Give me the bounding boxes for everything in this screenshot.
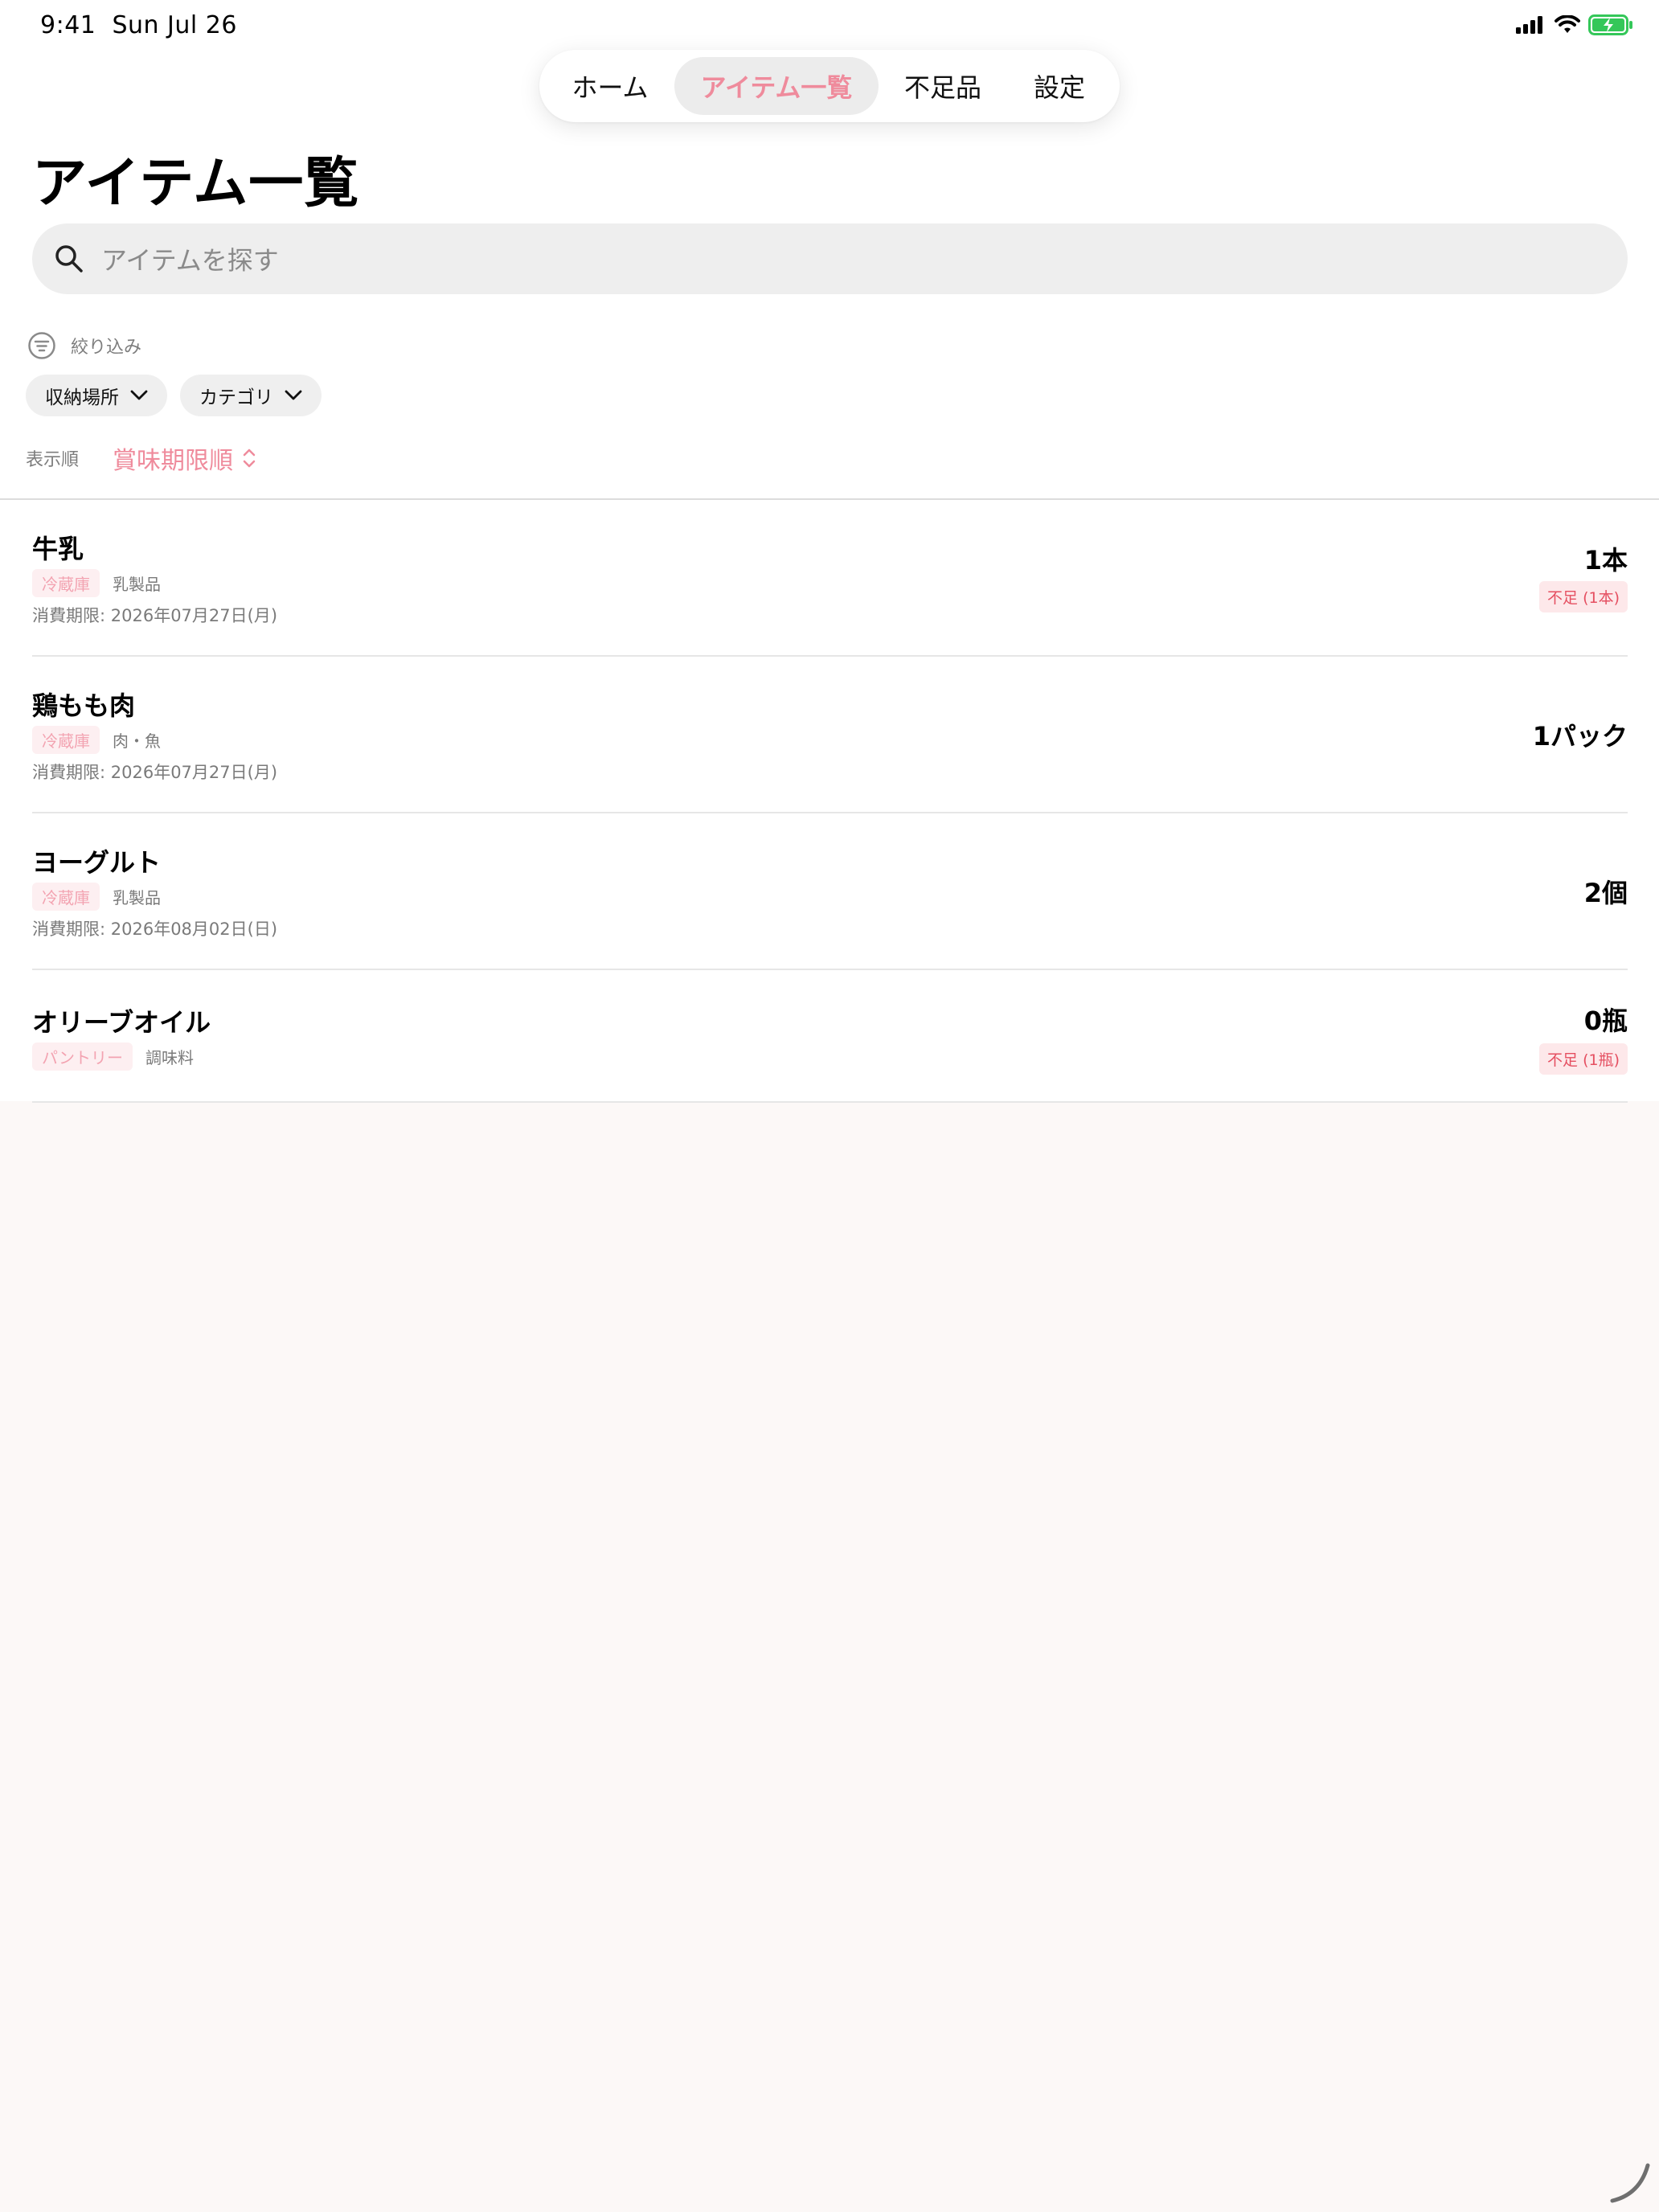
status-time: 9:41 Sun Jul 26 [40, 11, 237, 39]
tab-home[interactable]: ホーム [546, 57, 674, 115]
category-tag: 調味料 [145, 1048, 194, 1067]
item-quantity: 2個 [1583, 878, 1628, 908]
battery-charging-icon [1588, 14, 1632, 35]
tab-bar: ホーム アイテム一覧 不足品 設定 [539, 50, 1120, 122]
storage-location-filter[interactable]: 収納場所 [26, 375, 167, 416]
filter-chips: 収納場所 カテゴリ [26, 375, 322, 416]
item-name: 牛乳 [32, 534, 84, 564]
category-filter-label: カテゴリ [199, 387, 273, 408]
item-name: 鶏もも肉 [32, 690, 136, 721]
list-item[interactable]: 鶏もも肉 冷蔵庫 肉・魚 消費期限: 2026年07月27日(月) 1パック [32, 657, 1628, 813]
category-tag: 乳製品 [113, 888, 161, 907]
chevron-up-down-icon [243, 449, 256, 468]
location-tag: パントリー [32, 1043, 133, 1071]
search-icon [55, 245, 83, 272]
item-quantity: 1本 [1583, 545, 1628, 576]
tab-item-list[interactable]: アイテム一覧 [674, 57, 879, 115]
search-field[interactable]: アイテムを探す [32, 223, 1628, 294]
shortage-badge: 不足 (1瓶) [1539, 1043, 1628, 1075]
item-tags: 冷蔵庫 乳製品 [32, 569, 161, 597]
item-name: オリーブオイル [32, 1007, 211, 1038]
filter-icon [28, 332, 55, 359]
item-name: ヨーグルト [32, 847, 162, 878]
expiry-date: 消費期限: 2026年07月27日(月) [32, 606, 278, 625]
chevron-down-icon [130, 390, 148, 400]
list-item[interactable]: ヨーグルト 冷蔵庫 乳製品 消費期限: 2026年08月02日(日) 2個 [32, 813, 1628, 970]
shortage-badge: 不足 (1本) [1539, 581, 1628, 612]
search-placeholder: アイテムを探す [101, 245, 279, 276]
sort-picker[interactable]: 賞味期限順 [113, 440, 257, 476]
status-icons [1516, 14, 1633, 35]
item-tags: 冷蔵庫 肉・魚 [32, 726, 161, 754]
sort-value: 賞味期限順 [113, 447, 233, 475]
category-filter[interactable]: カテゴリ [180, 375, 322, 416]
location-tag: 冷蔵庫 [32, 569, 100, 597]
cellular-signal-icon [1516, 16, 1542, 34]
category-tag: 肉・魚 [113, 731, 161, 751]
item-list: 牛乳 冷蔵庫 乳製品 消費期限: 2026年07月27日(月) 1本 不足 (1… [32, 500, 1628, 1103]
expiry-date: 消費期限: 2026年08月02日(日) [32, 920, 278, 939]
filter-label: 絞り込み [71, 338, 142, 358]
expiry-date: 消費期限: 2026年07月27日(月) [32, 763, 278, 782]
item-tags: 冷蔵庫 乳製品 [32, 883, 161, 911]
category-tag: 乳製品 [113, 575, 161, 594]
wifi-icon [1555, 15, 1580, 33]
app-surface: 9:41 Sun Jul 26 ホーム アイテム一覧 不足品 設定 アイテム一覧 [0, 0, 1659, 1103]
list-item[interactable]: 牛乳 冷蔵庫 乳製品 消費期限: 2026年07月27日(月) 1本 不足 (1… [32, 500, 1628, 657]
chevron-down-icon [285, 390, 302, 400]
list-item[interactable]: オリーブオイル パントリー 調味料 0瓶 不足 (1瓶) [32, 970, 1628, 1103]
tab-settings[interactable]: 設定 [1007, 57, 1112, 115]
page-title: アイテム一覧 [32, 152, 360, 215]
sort-label: 表示順 [26, 450, 80, 470]
location-tag: 冷蔵庫 [32, 726, 100, 754]
location-tag: 冷蔵庫 [32, 883, 100, 911]
item-tags: パントリー 調味料 [32, 1043, 194, 1071]
resize-handle-icon[interactable] [1608, 2161, 1653, 2206]
item-quantity: 0瓶 [1583, 1006, 1628, 1036]
storage-location-filter-label: 収納場所 [45, 387, 119, 408]
item-quantity: 1パック [1532, 721, 1628, 752]
tab-shortage[interactable]: 不足品 [879, 57, 1007, 115]
sort-row: 表示順 賞味期限順 [26, 440, 257, 476]
filter-header: 絞り込み [27, 331, 141, 360]
